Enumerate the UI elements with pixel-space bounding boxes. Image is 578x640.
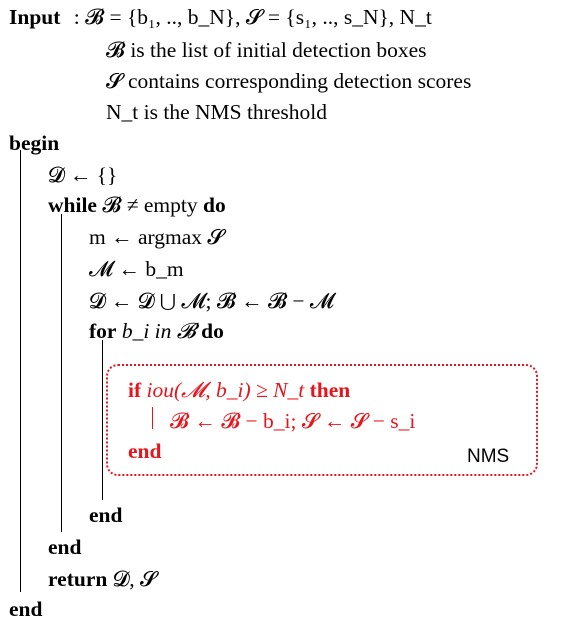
if-end-keyword: end (128, 439, 162, 463)
while-keyword: while (48, 193, 97, 217)
if-keyword: if (128, 378, 142, 402)
for-block-bar (102, 340, 103, 500)
while-block-bar (61, 214, 62, 532)
update-line: 𝓓 ← 𝓓 ⋃ 𝓜; 𝓑 ← 𝓑 − 𝓜 (89, 289, 334, 313)
if-block-bar (152, 407, 153, 429)
nms-label: NMS (467, 446, 510, 467)
input-desc-boxes: 𝓑 is the list of initial detection boxes (106, 38, 427, 62)
for-do-keyword: do (201, 319, 224, 343)
return-values: 𝓓, 𝓢 (112, 567, 157, 591)
argmax-line: m ← argmax 𝓢 (89, 225, 225, 249)
for-line: for b_i in 𝓑 do (89, 318, 224, 344)
for-end-keyword: end (89, 503, 123, 527)
begin-keyword: begin (9, 131, 60, 155)
input-desc-scores: 𝓢 contains corresponding detection score… (106, 69, 472, 93)
if-line: if iou(𝓜, b_i) ≥ N_t then (128, 377, 350, 403)
for-keyword: for (89, 319, 117, 343)
for-condition: b_i in 𝓑 (121, 319, 196, 343)
while-line: while 𝓑 ≠ empty do (48, 192, 226, 218)
return-line: return 𝓓, 𝓢 (48, 566, 157, 592)
remove-line: 𝓑 ← 𝓑 − b_i; 𝓢 ← 𝓢 − s_i (170, 409, 416, 433)
while-end-keyword: end (48, 535, 82, 559)
input-line: Input : 𝓑 = {b₁, .., b_N}, 𝓢 = {s₁, .., … (9, 4, 432, 30)
while-condition: 𝓑 ≠ empty (102, 193, 198, 217)
then-keyword: then (309, 378, 351, 402)
begin-end-keyword: end (9, 597, 43, 621)
return-keyword: return (48, 567, 108, 591)
input-desc-threshold: N_t is the NMS threshold (106, 100, 327, 124)
if-condition: iou(𝓜, b_i) ≥ N_t (146, 378, 305, 402)
init-line: 𝓓 ← {} (48, 163, 118, 187)
input-keyword: Input (9, 5, 61, 29)
begin-block-bar (20, 150, 21, 592)
input-spec: : 𝓑 = {b₁, .., b_N}, 𝓢 = {s₁, .., s_N}, … (73, 5, 432, 29)
while-do-keyword: do (203, 193, 226, 217)
assign-m-line: 𝓜 ← b_m (89, 257, 184, 281)
